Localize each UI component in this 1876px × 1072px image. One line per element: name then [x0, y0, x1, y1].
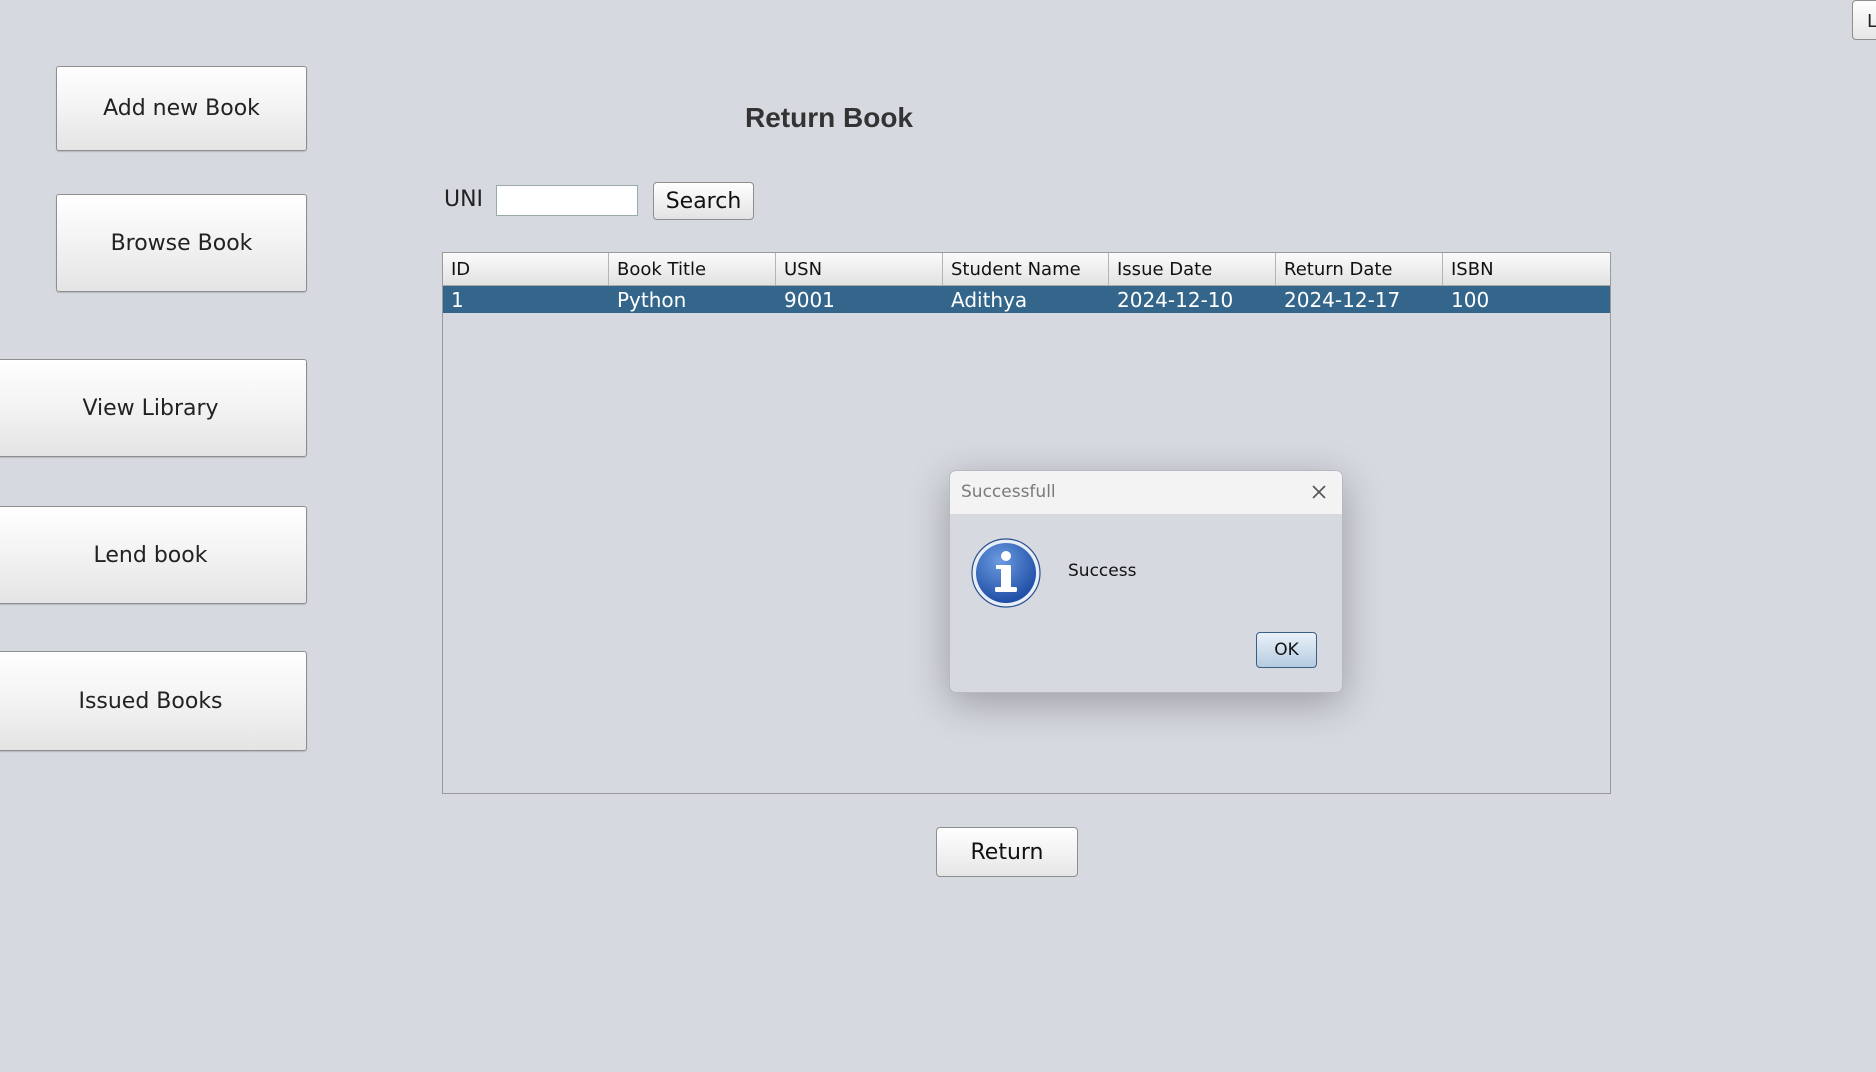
- ok-button[interactable]: OK: [1256, 632, 1317, 668]
- column-header-isbn[interactable]: ISBN: [1443, 253, 1610, 285]
- page-title: Return Book: [745, 102, 913, 133]
- info-icon: [971, 538, 1041, 608]
- cell-return-date: 2024-12-17: [1284, 288, 1401, 312]
- table-row[interactable]: 1 Python 9001 Adithya 2024-12-10 2024-12…: [443, 286, 1610, 313]
- cell-isbn: 100: [1451, 288, 1490, 312]
- cell-issue-date: 2024-12-10: [1117, 288, 1234, 312]
- search-button[interactable]: Search: [653, 182, 754, 220]
- uni-label: UNI: [444, 187, 484, 212]
- column-header-student-name[interactable]: Student Name: [943, 253, 1109, 285]
- cell-usn: 9001: [784, 288, 835, 312]
- return-button[interactable]: Return: [936, 827, 1078, 877]
- uni-search-input[interactable]: [496, 185, 638, 216]
- lend-book-button[interactable]: Lend book: [0, 506, 307, 604]
- dialog-titlebar[interactable]: Successfull: [950, 471, 1342, 515]
- column-header-usn[interactable]: USN: [776, 253, 943, 285]
- cell-student-name: Adithya: [951, 288, 1028, 312]
- column-header-return-date[interactable]: Return Date: [1276, 253, 1443, 285]
- cell-id: 1: [451, 288, 464, 312]
- table-header: ID Book Title USN Student Name Issue Dat…: [443, 253, 1610, 286]
- success-dialog: Successfull Success OK: [949, 470, 1343, 693]
- column-header-book-title[interactable]: Book Title: [609, 253, 776, 285]
- browse-book-button[interactable]: Browse Book: [56, 194, 307, 292]
- dialog-message: Success: [1068, 561, 1137, 581]
- issued-books-button[interactable]: Issued Books: [0, 651, 307, 751]
- cell-book-title: Python: [617, 288, 687, 312]
- corner-button[interactable]: L: [1852, 0, 1876, 40]
- add-new-book-button[interactable]: Add new Book: [56, 66, 307, 151]
- column-header-id[interactable]: ID: [443, 253, 609, 285]
- close-icon[interactable]: [1306, 479, 1332, 505]
- column-header-issue-date[interactable]: Issue Date: [1109, 253, 1276, 285]
- view-library-button[interactable]: View Library: [0, 359, 307, 457]
- dialog-title: Successfull: [961, 482, 1056, 502]
